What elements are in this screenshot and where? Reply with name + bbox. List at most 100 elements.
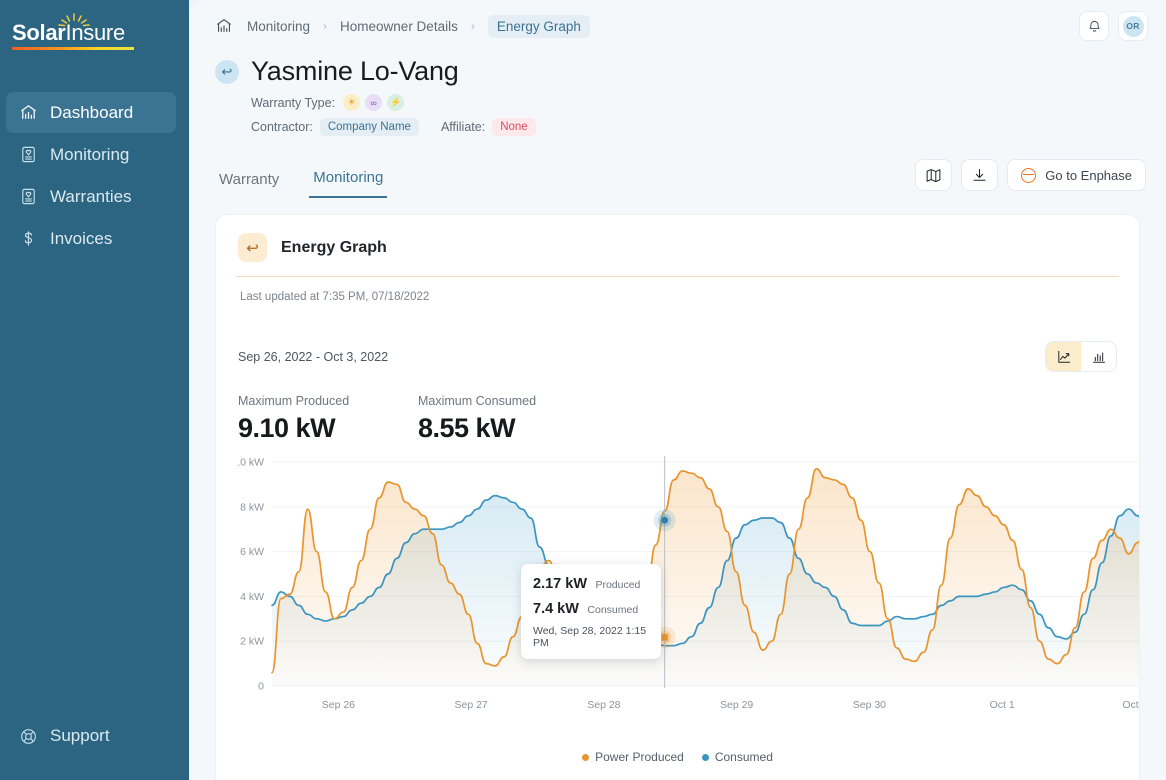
- breadcrumb-item-energy-graph[interactable]: Energy Graph: [487, 14, 590, 38]
- affiliate-label: Affiliate:: [440, 120, 486, 134]
- warranties-icon: [18, 187, 38, 207]
- warranty-badges: ☀ ∞ ⚡: [343, 94, 405, 111]
- bar-chart-view-button[interactable]: [1081, 342, 1116, 371]
- svg-text:2 kW: 2 kW: [240, 636, 264, 648]
- svg-text:10 kW: 10 kW: [238, 457, 264, 469]
- chart-legend: Power Produced Consumed: [238, 750, 1117, 764]
- card-title: Energy Graph: [281, 238, 387, 256]
- date-range-row: Sep 26, 2022 - Oct 3, 2022: [238, 341, 1117, 372]
- svg-text:8 kW: 8 kW: [240, 501, 264, 513]
- card-header: ↩ Energy Graph: [238, 233, 1117, 276]
- chart-tooltip: 2.17 kW Produced 7.4 kW Consumed Wed, Se…: [521, 564, 661, 659]
- dashboard-icon: [18, 103, 38, 123]
- stat-value: 8.55 kW: [418, 413, 516, 443]
- support-label: Support: [50, 726, 110, 745]
- enphase-logo-icon: [1021, 167, 1037, 183]
- logo-underline: [12, 47, 134, 50]
- svg-text:4 kW: 4 kW: [240, 591, 264, 603]
- sidebar-item-invoices[interactable]: Invoices: [6, 218, 176, 259]
- sidebar-item-monitoring[interactable]: Monitoring: [6, 134, 176, 175]
- legend-dot: [582, 753, 590, 761]
- breadcrumb-separator: ›: [323, 19, 328, 33]
- solar-panel-badge: ☀: [343, 94, 361, 111]
- tooltip-consumed-label: Consumed: [587, 604, 639, 616]
- tab-warranty[interactable]: Warranty: [215, 171, 283, 198]
- svg-text:Oct 1: Oct 1: [990, 699, 1015, 711]
- sidebar-item-label: Warranties: [50, 186, 132, 206]
- homeowner-header: ↩ Yasmine Lo-Vang Warranty Type: ☀ ∞ ⚡ C…: [189, 52, 1166, 136]
- card-back-button[interactable]: ↩: [238, 233, 267, 262]
- inverter-badge: ⚡: [387, 94, 405, 111]
- contractor-chip[interactable]: Company Name: [319, 118, 419, 136]
- legend-label: Consumed: [714, 750, 773, 764]
- svg-text:0: 0: [258, 681, 264, 693]
- energy-chart-svg[interactable]: 0 2 kW 4 kW 6 kW 8 kW 10 kW Sep 26 Sep 27 Sep 28…: [238, 454, 1140, 724]
- sidebar-item-label: Invoices: [50, 228, 113, 248]
- stat-maximum-consumed: Maximum Consumed 8.55 kW: [418, 394, 598, 444]
- stat-maximum-produced: Maximum Produced 9.10 kW: [238, 394, 418, 444]
- legend-label: Power Produced: [595, 750, 684, 764]
- energy-graph-card: ↩ Energy Graph Last updated at 7:35 PM, …: [215, 214, 1140, 780]
- breadcrumb-separator: ›: [470, 19, 475, 33]
- stat-label: Maximum Produced: [238, 394, 350, 408]
- warranty-type-row: Warranty Type: ☀ ∞ ⚡: [251, 94, 1166, 111]
- svg-text:Sep 29: Sep 29: [720, 699, 753, 711]
- sidebar: SolarInsure Dashboard Monitoring Warrant…: [0, 0, 189, 780]
- user-avatar-button[interactable]: OR: [1118, 11, 1148, 41]
- svg-text:Sep 26: Sep 26: [322, 699, 355, 711]
- legend-item-consumed[interactable]: Consumed: [701, 750, 773, 764]
- sidebar-item-support[interactable]: Support: [6, 718, 110, 754]
- date-range-label: Sep 26, 2022 - Oct 3, 2022: [238, 349, 389, 364]
- contractor-row: Contractor: Company Name Affiliate: None: [251, 118, 1166, 136]
- sidebar-nav: Dashboard Monitoring Warranties Invoices: [0, 92, 189, 259]
- brand-logo[interactable]: SolarInsure: [0, 13, 189, 70]
- go-to-enphase-button[interactable]: Go to Enphase: [1007, 159, 1146, 191]
- tooltip-timestamp: Wed, Sep 28, 2022 1:15 PM: [533, 625, 647, 649]
- tooltip-consumed-value: 7.4 kW: [533, 601, 579, 617]
- download-button[interactable]: [961, 159, 999, 191]
- chart-view-toggle: [1045, 341, 1117, 372]
- breadcrumb-bar: Monitoring › Homeowner Details › Energy …: [189, 0, 1166, 52]
- svg-text:Oct 2: Oct 2: [1122, 699, 1140, 711]
- home-icon[interactable]: [215, 17, 233, 35]
- stat-value: 9.10 kW: [238, 413, 336, 443]
- stat-label: Maximum Consumed: [418, 394, 537, 408]
- logo-light-text: Insure: [65, 20, 126, 45]
- svg-text:6 kW: 6 kW: [240, 546, 264, 558]
- warranty-type-label: Warranty Type:: [251, 95, 336, 110]
- map-button[interactable]: [915, 159, 953, 191]
- tooltip-consumed-row: 7.4 kW Consumed: [533, 600, 649, 618]
- tooltip-produced-label: Produced: [595, 579, 641, 591]
- invoices-icon: [18, 229, 38, 249]
- logo-bold-text: Solar: [12, 20, 66, 45]
- life-ring-icon: [18, 726, 38, 746]
- breadcrumb-item-monitoring[interactable]: Monitoring: [247, 19, 310, 34]
- avatar: OR: [1122, 15, 1144, 37]
- notifications-button[interactable]: [1079, 11, 1109, 41]
- tab-monitoring[interactable]: Monitoring: [309, 169, 388, 198]
- legend-dot: [701, 753, 709, 761]
- last-updated-text: Last updated at 7:35 PM, 07/18/2022: [240, 291, 430, 303]
- tooltip-produced-row: 2.17 kW Produced: [533, 575, 649, 593]
- main-content: Monitoring › Homeowner Details › Energy …: [189, 0, 1166, 780]
- legend-item-power-produced[interactable]: Power Produced: [582, 750, 684, 764]
- svg-text:Sep 30: Sep 30: [853, 699, 886, 711]
- affiliate-chip: None: [492, 118, 536, 136]
- svg-text:Sep 27: Sep 27: [454, 699, 487, 711]
- sidebar-item-label: Dashboard: [50, 102, 134, 122]
- tabs-bar: Warranty Monitoring Go to Enphase: [215, 158, 1146, 198]
- sidebar-item-dashboard[interactable]: Dashboard: [6, 92, 176, 133]
- stats-row: Maximum Produced 9.10 kW Maximum Consume…: [238, 394, 1117, 444]
- line-chart-view-button[interactable]: [1046, 342, 1081, 371]
- energy-chart[interactable]: 0 2 kW 4 kW 6 kW 8 kW 10 kW Sep 26 Sep 27 Sep 28…: [238, 454, 1139, 744]
- svg-text:Sep 28: Sep 28: [587, 699, 620, 711]
- tooltip-produced-value: 2.17 kW: [533, 576, 587, 592]
- page-title: Yasmine Lo-Vang: [251, 56, 459, 86]
- sidebar-item-warranties[interactable]: Warranties: [6, 176, 176, 217]
- breadcrumb-item-homeowner-details[interactable]: Homeowner Details: [340, 19, 458, 34]
- contractor-label: Contractor:: [251, 120, 313, 134]
- monitoring-icon: [18, 145, 38, 165]
- back-button[interactable]: ↩: [215, 59, 239, 84]
- title-row: ↩ Yasmine Lo-Vang: [215, 56, 1166, 87]
- monitoring-badge: ∞: [365, 94, 383, 111]
